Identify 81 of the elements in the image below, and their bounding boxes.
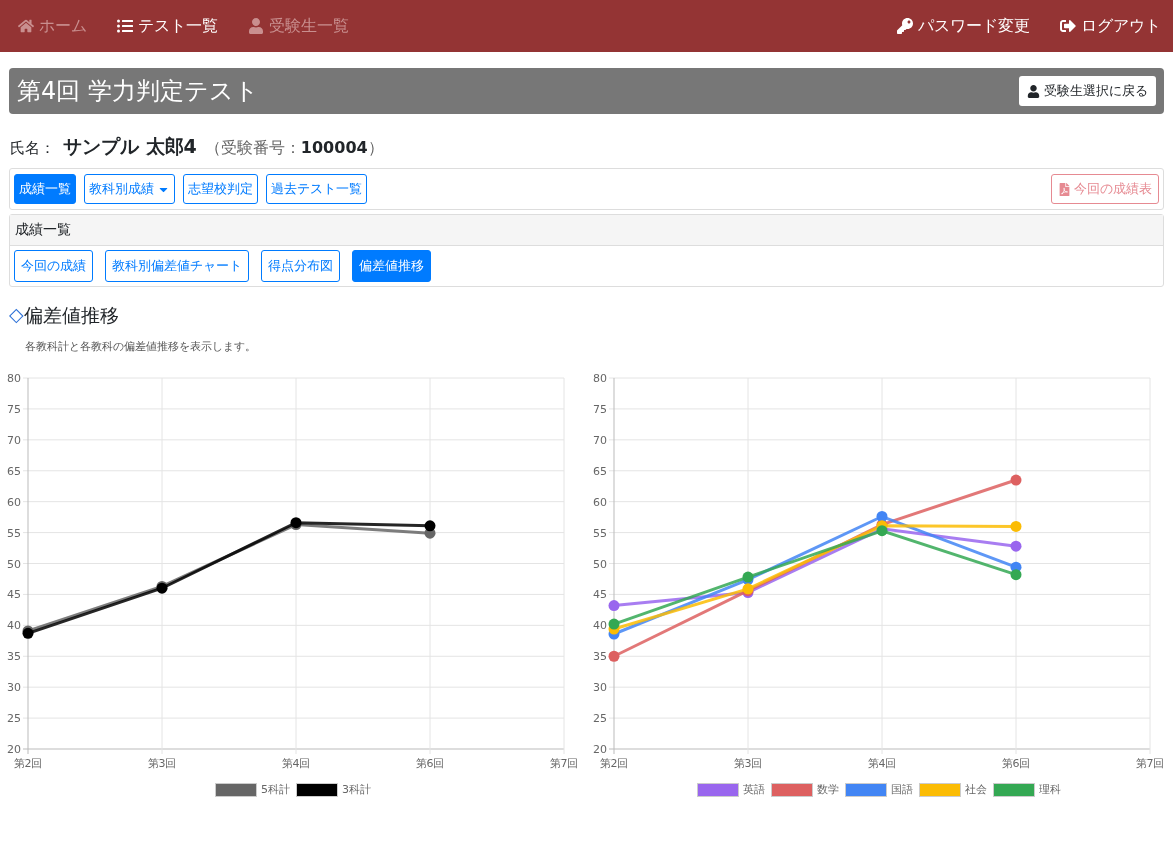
axis-label: 55 bbox=[593, 526, 607, 540]
axis-label: 80 bbox=[593, 372, 607, 385]
data-point bbox=[1010, 520, 1022, 532]
logout-icon bbox=[1060, 18, 1076, 34]
name-label: 氏名： bbox=[10, 139, 55, 158]
axis-label: 25 bbox=[7, 712, 21, 726]
section-title: 偏差値推移 bbox=[23, 303, 119, 328]
student-number: （受験番号：100004） bbox=[204, 138, 384, 159]
axis-label: 75 bbox=[593, 402, 607, 416]
legend-label: 英語 bbox=[743, 782, 765, 797]
student-name: サンプル 太郎4 bbox=[63, 134, 197, 159]
back-button[interactable]: 受験生選択に戻る bbox=[1019, 76, 1156, 106]
legend-label: 国語 bbox=[891, 782, 913, 797]
axis-label: 60 bbox=[7, 495, 21, 509]
tab-button[interactable]: 過去テスト一覧 bbox=[266, 174, 367, 204]
axis-label: 45 bbox=[593, 588, 607, 602]
report-button[interactable]: 今回の成績表 bbox=[1051, 174, 1159, 204]
axis-label: 65 bbox=[593, 464, 607, 478]
panel-title: 成績一覧 bbox=[10, 215, 1163, 246]
data-point bbox=[876, 511, 888, 522]
axis-label: 50 bbox=[593, 557, 607, 571]
axis-label: 80 bbox=[7, 372, 21, 385]
legend-label: 5科計 bbox=[261, 782, 290, 797]
list-icon bbox=[117, 18, 133, 34]
legend-label: 社会 bbox=[965, 782, 987, 797]
nav-link[interactable]: パスワード変更 bbox=[897, 15, 1030, 37]
home-icon bbox=[18, 18, 34, 34]
axis-label: 75 bbox=[7, 402, 21, 416]
data-point bbox=[608, 650, 620, 662]
axis-label: 30 bbox=[7, 681, 21, 695]
pdf-icon bbox=[1058, 182, 1071, 196]
tab-button[interactable]: 教科別成績 bbox=[84, 174, 175, 204]
axis-label: 20 bbox=[7, 743, 21, 756]
axis-label: 40 bbox=[593, 619, 607, 633]
data-point bbox=[1010, 569, 1022, 581]
axis-label: 第4回 bbox=[867, 757, 897, 770]
diamond-marker: ◇ bbox=[9, 303, 24, 327]
axis-label: 第2回 bbox=[599, 757, 629, 770]
data-point bbox=[608, 618, 620, 630]
legend-label: 3科計 bbox=[342, 782, 371, 797]
data-point bbox=[424, 520, 436, 532]
axis-label: 35 bbox=[7, 650, 21, 664]
axis-label: 70 bbox=[7, 433, 21, 447]
axis-label: 45 bbox=[7, 588, 21, 602]
section-description: 各教科計と各教科の偏差値推移を表示します。 bbox=[25, 339, 257, 354]
axis-label: 40 bbox=[7, 619, 21, 633]
tab-button[interactable]: 教科別偏差値チャート bbox=[105, 250, 249, 282]
axis-label: 70 bbox=[593, 433, 607, 447]
axis-label: 第4回 bbox=[281, 757, 311, 770]
user-icon bbox=[1027, 84, 1040, 98]
data-point bbox=[876, 525, 888, 537]
key-icon bbox=[897, 18, 913, 34]
axis-label: 第7回 bbox=[549, 757, 579, 770]
axis-label: 第6回 bbox=[1001, 757, 1031, 770]
tab-button[interactable]: 今回の成績 bbox=[14, 250, 93, 282]
page-title: 第4回 学力判定テスト bbox=[17, 76, 259, 107]
axis-label: 第6回 bbox=[415, 757, 445, 770]
axis-label: 35 bbox=[593, 650, 607, 664]
tab-button[interactable]: 得点分布図 bbox=[261, 250, 340, 282]
axis-label: 65 bbox=[7, 464, 21, 478]
tab-button[interactable]: 志望校判定 bbox=[183, 174, 258, 204]
data-point bbox=[1010, 540, 1022, 552]
axis-label: 第3回 bbox=[147, 757, 177, 770]
tab-button[interactable]: 成績一覧 bbox=[14, 174, 76, 204]
legend-label: 数学 bbox=[817, 782, 839, 797]
nav-link[interactable]: テスト一覧 bbox=[117, 15, 218, 37]
tab-button[interactable]: 偏差値推移 bbox=[352, 250, 431, 282]
axis-label: 25 bbox=[593, 712, 607, 726]
nav-link[interactable]: ログアウト bbox=[1060, 15, 1161, 37]
user-icon bbox=[248, 18, 264, 34]
axis-label: 第3回 bbox=[733, 757, 763, 770]
axis-label: 55 bbox=[7, 526, 21, 540]
data-point bbox=[608, 600, 620, 612]
axis-label: 第7回 bbox=[1135, 757, 1165, 770]
axis-label: 60 bbox=[593, 495, 607, 509]
data-point bbox=[1010, 474, 1022, 486]
axis-label: 第2回 bbox=[13, 757, 43, 770]
legend-label: 理科 bbox=[1039, 782, 1061, 797]
axis-label: 50 bbox=[7, 557, 21, 571]
axis-label: 30 bbox=[593, 681, 607, 695]
axis-label: 20 bbox=[593, 743, 607, 756]
